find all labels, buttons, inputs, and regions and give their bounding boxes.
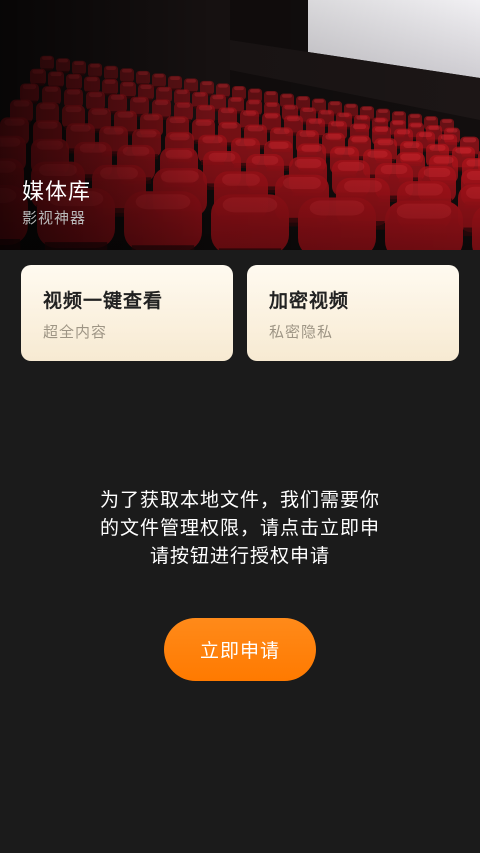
encrypted-video-card[interactable]: 加密视频 私密隐私 bbox=[247, 265, 459, 361]
app-subtitle: 影视神器 bbox=[22, 209, 87, 227]
card-title: 加密视频 bbox=[269, 290, 350, 312]
card-subtitle: 私密隐私 bbox=[269, 323, 334, 341]
header-banner: 媒体库 影视神器 bbox=[0, 0, 480, 250]
apply-now-button[interactable]: 立即申请 bbox=[164, 618, 316, 681]
card-subtitle: 超全内容 bbox=[43, 323, 108, 341]
card-title: 视频一键查看 bbox=[43, 290, 164, 312]
permission-message: 为了获取本地文件，我们需要你的文件管理权限，请点击立即申请按钮进行授权申请 bbox=[100, 489, 381, 567]
app-title: 媒体库 bbox=[22, 180, 92, 205]
video-view-card[interactable]: 视频一键查看 超全内容 bbox=[21, 265, 233, 361]
